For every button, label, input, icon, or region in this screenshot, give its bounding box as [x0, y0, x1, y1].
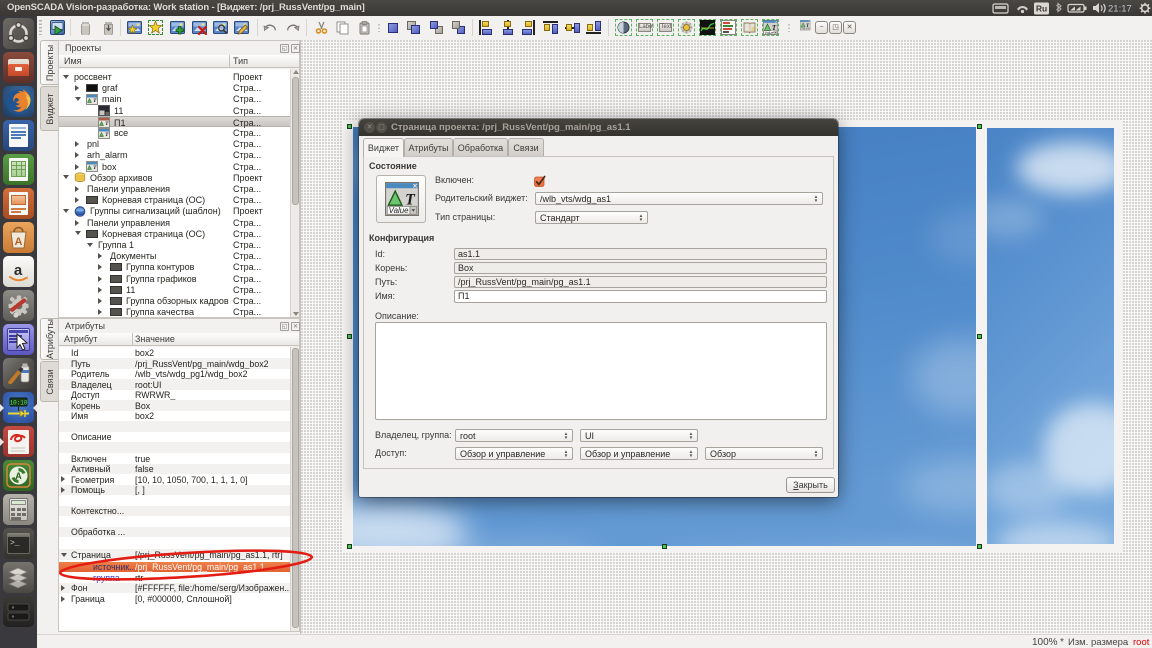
svg-text:A: A [15, 236, 23, 248]
svg-text:Ru: Ru [1036, 4, 1047, 14]
svg-text:Value: Value [389, 206, 410, 215]
svg-text:10:10: 10:10 [9, 400, 27, 407]
svg-text:21:17: 21:17 [1108, 4, 1132, 15]
svg-text:a: a [14, 262, 23, 279]
svg-text:A: A [15, 471, 22, 481]
svg-text:Value: Value [801, 28, 808, 31]
